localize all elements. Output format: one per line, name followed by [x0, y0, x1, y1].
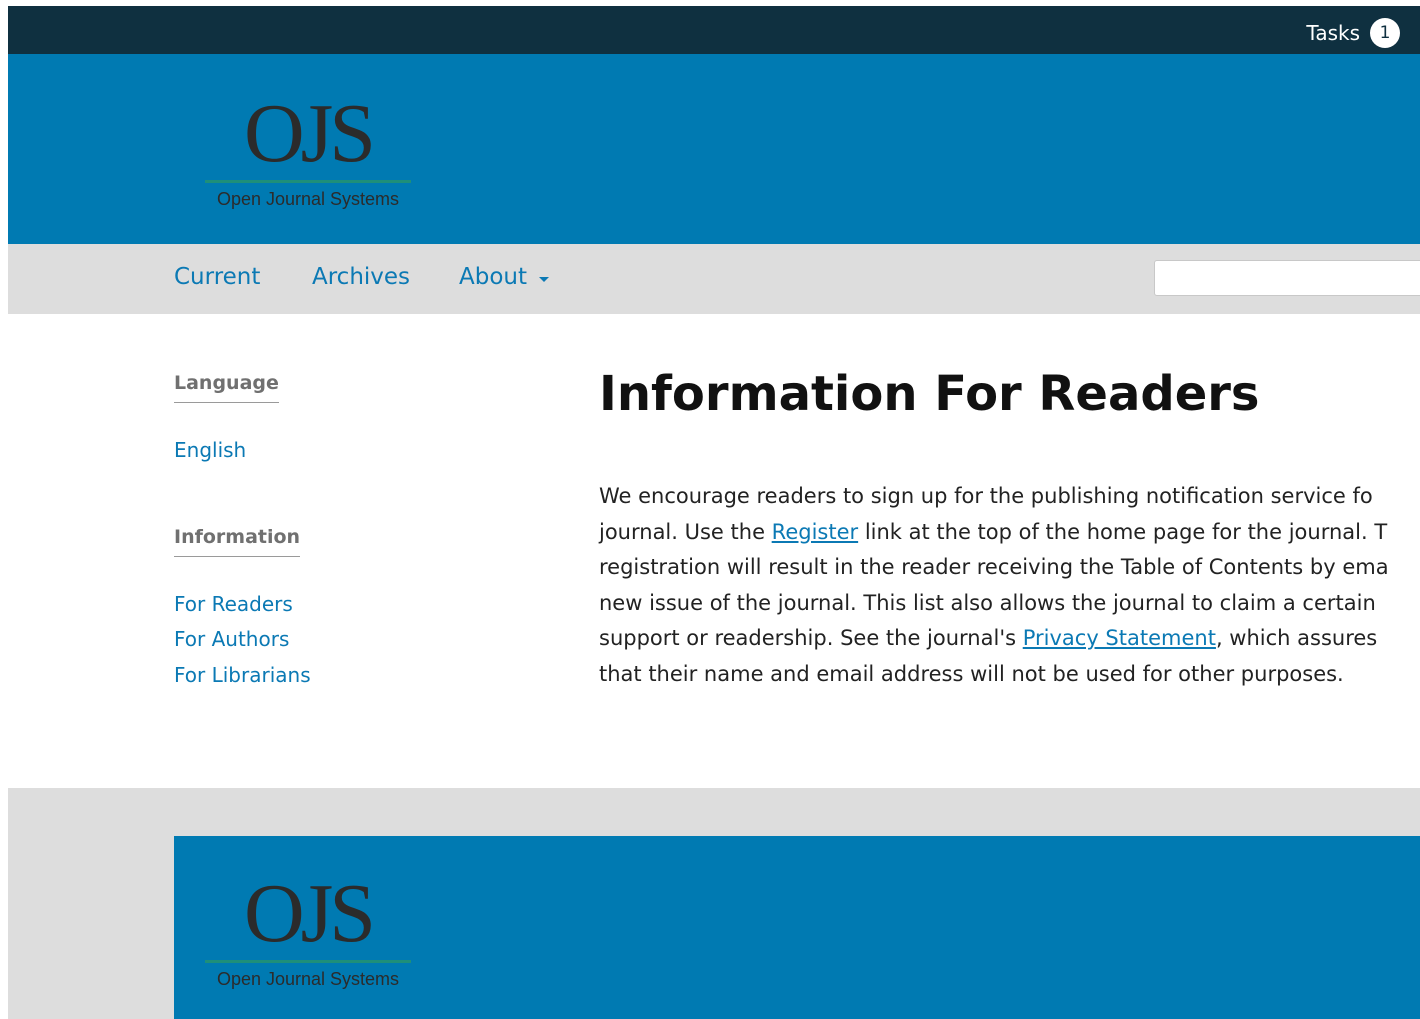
line-text: registration will result in the reader r… — [599, 555, 1389, 579]
page: Tasks 1 OJS Open Journal Systems Current… — [8, 6, 1420, 1019]
paragraph-line: that their name and email address will n… — [599, 662, 1344, 686]
information-heading: Information — [174, 526, 301, 557]
header-logo[interactable]: OJS Open Journal Systems — [205, 92, 411, 210]
nav-archives-label: Archives — [312, 264, 411, 290]
line-text: support or readership. See the journal's — [599, 626, 1023, 650]
footer-logo-mark: OJS — [243, 867, 376, 960]
page-title: Information For Readers — [599, 366, 1260, 422]
logo-subtitle: Open Journal Systems — [216, 189, 400, 209]
footer-logo[interactable]: OJS Open Journal Systems — [205, 872, 411, 990]
footer-brand-panel: OJS Open Journal Systems — [174, 836, 1420, 1019]
caret-down-icon — [539, 276, 550, 282]
line-text: link at the top of the home page for the… — [858, 520, 1388, 544]
language-heading: Language — [174, 372, 279, 403]
footer-logo-divider — [205, 960, 411, 963]
logo-mark: OJS — [243, 87, 376, 180]
logo-divider — [205, 180, 411, 183]
paragraph-line: support or readership. See the journal's… — [599, 626, 1377, 650]
language-english-link[interactable]: English — [174, 438, 246, 462]
nav-about-label: About — [459, 264, 528, 290]
line-text: new issue of the journal. This list also… — [599, 591, 1376, 615]
tasks-count-badge: 1 — [1370, 18, 1400, 48]
site-header: OJS Open Journal Systems — [8, 54, 1420, 244]
tasks-label: Tasks — [1306, 21, 1360, 45]
line-text: We encourage readers to sign up for the … — [599, 484, 1373, 508]
for-authors-link[interactable]: For Authors — [174, 627, 289, 651]
nav-current-label: Current — [174, 264, 261, 290]
site-footer: OJS Open Journal Systems — [8, 788, 1420, 1019]
register-link[interactable]: Register — [772, 520, 858, 544]
paragraph-line: new issue of the journal. This list also… — [599, 591, 1376, 615]
for-readers-link[interactable]: For Readers — [174, 592, 293, 616]
footer-logo-subtitle: Open Journal Systems — [216, 969, 400, 989]
paragraph-line: registration will result in the reader r… — [599, 555, 1389, 579]
paragraph-line: journal. Use the Register link at the to… — [599, 520, 1387, 544]
nav-archives[interactable]: Archives — [312, 264, 410, 290]
for-librarians-link[interactable]: For Librarians — [174, 663, 311, 687]
primary-nav: Current Archives About — [8, 244, 1420, 314]
line-text: , which assures — [1215, 626, 1378, 650]
line-text: that their name and email address will n… — [599, 662, 1344, 686]
privacy-statement-link[interactable]: Privacy Statement — [1023, 626, 1216, 650]
paragraph-line: We encourage readers to sign up for the … — [599, 484, 1373, 508]
tasks-button[interactable]: Tasks 1 — [1306, 18, 1400, 48]
nav-about[interactable]: About — [459, 264, 550, 290]
search-input[interactable] — [1154, 260, 1420, 296]
nav-current[interactable]: Current — [174, 264, 260, 290]
top-bar: Tasks 1 — [8, 6, 1420, 54]
line-text: journal. Use the — [599, 520, 772, 544]
